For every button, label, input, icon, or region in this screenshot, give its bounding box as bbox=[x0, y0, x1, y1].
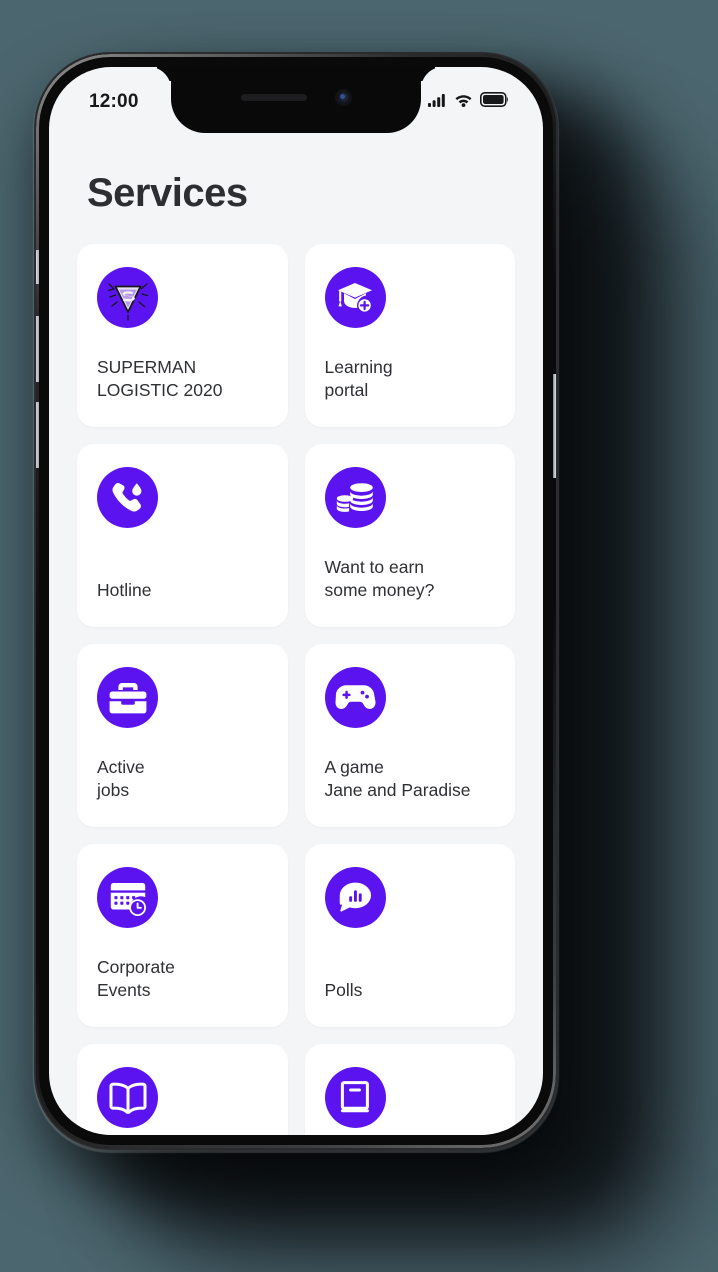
service-card-active-jobs[interactable]: Active jobs bbox=[77, 644, 288, 827]
open-book-icon bbox=[97, 1067, 158, 1128]
wifi-icon bbox=[454, 93, 473, 112]
service-card-label: A game Jane and Paradise bbox=[324, 756, 471, 801]
battery-icon bbox=[480, 92, 509, 112]
service-card-label: Learning portal bbox=[324, 356, 393, 401]
phone-droplet-icon bbox=[97, 467, 158, 528]
closed-book-icon bbox=[324, 1067, 386, 1128]
service-card-label: Corporate Events bbox=[97, 956, 175, 1001]
cellular-signal-icon bbox=[428, 93, 447, 112]
service-card-open-book[interactable] bbox=[77, 1044, 288, 1135]
volume-down-button[interactable] bbox=[36, 402, 39, 468]
graduation-cap-plus-icon bbox=[324, 267, 386, 328]
service-card-hotline[interactable]: Hotline bbox=[77, 444, 288, 627]
gamepad-icon bbox=[324, 667, 386, 728]
calendar-clock-icon bbox=[97, 867, 158, 928]
silent-switch-button[interactable] bbox=[36, 250, 39, 284]
service-card-earn-money[interactable]: Want to earn some money? bbox=[304, 444, 515, 627]
services-scroll-view[interactable]: Services SUPERMAN LOGISTIC 2020 Learning… bbox=[49, 67, 543, 1135]
status-time: 12:00 bbox=[89, 91, 139, 112]
service-card-label: Want to earn some money? bbox=[324, 556, 435, 601]
service-card-corporate-events[interactable]: Corporate Events bbox=[77, 844, 288, 1027]
service-card-label: Polls bbox=[324, 980, 363, 1001]
chat-bar-chart-icon bbox=[324, 867, 386, 928]
status-bar: 12:00 bbox=[49, 67, 543, 133]
service-card-superman-logistic[interactable]: SUPERMAN LOGISTIC 2020 bbox=[77, 244, 288, 427]
service-card-label: Active jobs bbox=[97, 756, 145, 801]
phone-device-frame: 12:00 Services SUPERMAN LOGISTIC 2020 Le… bbox=[36, 54, 556, 1148]
services-grid: SUPERMAN LOGISTIC 2020 Learning portal H… bbox=[49, 244, 543, 1135]
page-title: Services bbox=[87, 171, 248, 215]
status-icons bbox=[428, 92, 509, 112]
service-card-game[interactable]: A game Jane and Paradise bbox=[304, 644, 515, 827]
coins-stack-icon bbox=[324, 467, 386, 528]
service-card-closed-book[interactable] bbox=[304, 1044, 515, 1135]
service-card-label: Hotline bbox=[97, 580, 152, 601]
service-card-label: SUPERMAN LOGISTIC 2020 bbox=[97, 356, 223, 401]
volume-up-button[interactable] bbox=[36, 316, 39, 382]
toolbox-icon bbox=[97, 667, 158, 728]
phone-screen: 12:00 Services SUPERMAN LOGISTIC 2020 Le… bbox=[49, 67, 543, 1135]
power-button[interactable] bbox=[553, 374, 556, 478]
service-card-polls[interactable]: Polls bbox=[304, 844, 515, 1027]
service-card-learning-portal[interactable]: Learning portal bbox=[304, 244, 515, 427]
superman-shield-icon bbox=[97, 267, 158, 328]
